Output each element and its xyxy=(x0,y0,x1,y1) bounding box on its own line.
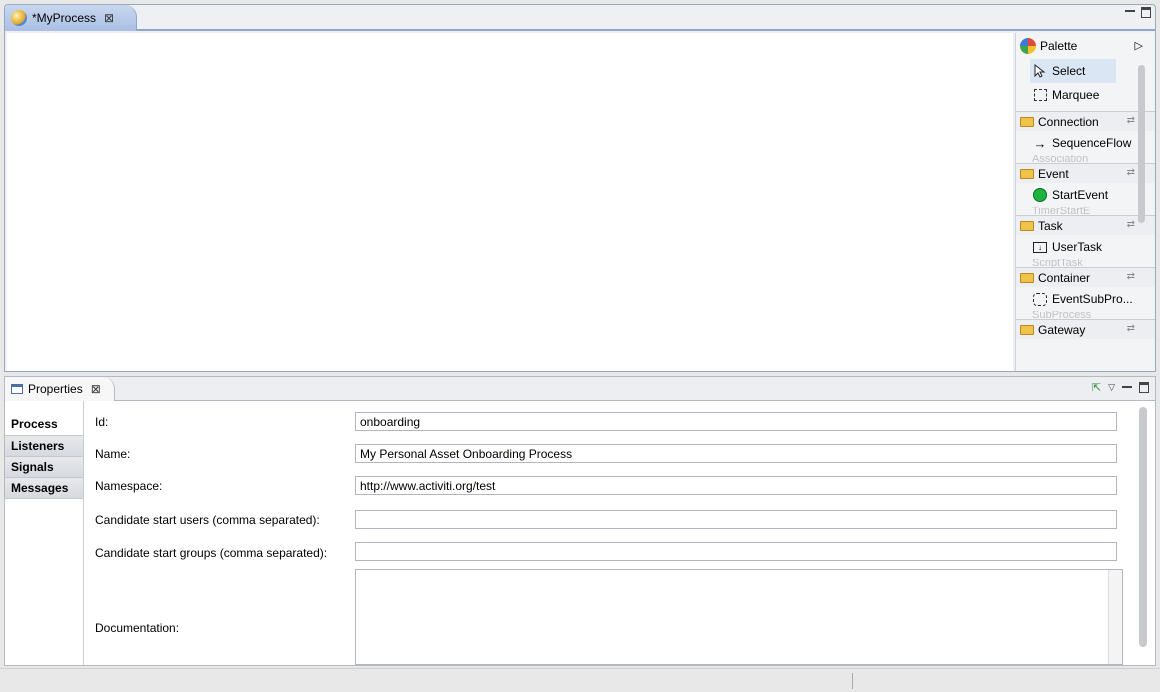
event-subprocess-icon xyxy=(1032,292,1048,306)
folder-icon xyxy=(1020,168,1034,179)
palette-scrollbar[interactable] xyxy=(1136,63,1146,367)
pin-drawer-icon[interactable]: ⇄ xyxy=(1127,271,1135,282)
palette-tool-label: Marquee xyxy=(1052,88,1100,102)
close-icon[interactable]: ⊠ xyxy=(104,11,114,25)
section-tab-signals[interactable]: Signals xyxy=(5,457,83,478)
documentation-scrollbar[interactable] xyxy=(1108,570,1122,664)
candidate-users-label: Candidate start users (comma separated): xyxy=(95,513,320,527)
palette-item-sequenceflow[interactable]: → SequenceFlow xyxy=(1016,131,1155,155)
editor-tabbar: *MyProcess ⊠ xyxy=(5,5,1155,31)
folder-icon xyxy=(1020,324,1034,335)
id-label: Id: xyxy=(95,415,109,429)
process-editor: *MyProcess ⊠ Palette ▷ Select Marquee Co… xyxy=(4,4,1156,372)
section-tab-messages[interactable]: Messages xyxy=(5,478,83,499)
pin-view-icon[interactable]: ⇱ xyxy=(1092,381,1101,394)
palette-drawer-event[interactable]: Event ⇄ xyxy=(1016,163,1155,183)
id-field[interactable]: onboarding xyxy=(355,412,1117,431)
name-field[interactable]: My Personal Asset Onboarding Process xyxy=(355,444,1117,463)
palette-tool-marquee[interactable]: Marquee xyxy=(1016,83,1155,107)
palette-item-label: UserTask xyxy=(1052,240,1103,254)
minimize-icon[interactable] xyxy=(1125,7,1135,17)
palette-item-label: EventSubPro... xyxy=(1052,292,1133,306)
drawer-label: Event xyxy=(1038,166,1069,181)
close-icon[interactable]: ⊠ xyxy=(91,382,101,396)
palette-title: Palette xyxy=(1040,39,1078,53)
palette-item-usertask[interactable]: ↓ UserTask xyxy=(1016,235,1155,259)
drawer-label: Task xyxy=(1038,218,1063,233)
palette-drawer-task[interactable]: Task ⇄ xyxy=(1016,215,1155,235)
start-event-icon xyxy=(1032,188,1048,202)
user-task-icon: ↓ xyxy=(1032,240,1048,254)
palette-item-timerstartevent[interactable]: TimerStartE xyxy=(1016,207,1155,215)
status-bar xyxy=(0,668,1160,692)
pin-drawer-icon[interactable]: ⇄ xyxy=(1127,115,1135,126)
drawer-label: Connection xyxy=(1038,114,1099,129)
folder-icon xyxy=(1020,116,1034,127)
diagram-canvas[interactable] xyxy=(7,33,1013,371)
palette-drawer-container[interactable]: Container ⇄ xyxy=(1016,267,1155,287)
documentation-textarea[interactable] xyxy=(355,569,1123,665)
palette-item-startevent[interactable]: StartEvent xyxy=(1016,183,1155,207)
folder-icon xyxy=(1020,220,1034,231)
name-label: Name: xyxy=(95,447,131,461)
properties-tab[interactable]: Properties ⊠ xyxy=(5,377,115,401)
palette-drawer-connection[interactable]: Connection ⇄ xyxy=(1016,111,1155,131)
namespace-field[interactable]: http://www.activiti.org/test xyxy=(355,476,1117,495)
properties-tab-label: Properties xyxy=(28,382,83,396)
drawer-label: Container xyxy=(1038,270,1091,285)
drawer-label: Gateway xyxy=(1038,322,1086,337)
editor-tab-label: *MyProcess xyxy=(32,11,97,25)
maximize-icon[interactable] xyxy=(1139,382,1149,393)
properties-view: Properties ⊠ ⇱ ▽ Process Listeners Signa… xyxy=(4,376,1156,666)
palette-collapse-icon[interactable]: ▷ xyxy=(1135,39,1143,52)
palette-item-label: SequenceFlow xyxy=(1052,136,1132,150)
palette-icon xyxy=(1020,38,1036,54)
status-separator xyxy=(852,673,853,689)
properties-view-controls: ⇱ ▽ xyxy=(1092,381,1149,394)
editor-tab-myprocess[interactable]: *MyProcess ⊠ xyxy=(5,5,137,31)
pin-drawer-icon[interactable]: ⇄ xyxy=(1127,219,1135,230)
editor-window-controls xyxy=(1125,7,1151,18)
cursor-arrow-icon xyxy=(1032,64,1048,78)
palette: Palette ▷ Select Marquee Connection ⇄ → … xyxy=(1015,33,1155,371)
properties-table-icon xyxy=(11,384,23,394)
marquee-icon xyxy=(1032,88,1048,102)
view-menu-icon[interactable]: ▽ xyxy=(1108,382,1115,393)
minimize-icon[interactable] xyxy=(1122,383,1132,393)
maximize-icon[interactable] xyxy=(1141,7,1151,18)
candidate-users-field[interactable] xyxy=(355,510,1117,529)
namespace-label: Namespace: xyxy=(95,479,163,493)
palette-tool-select[interactable]: Select xyxy=(1030,59,1116,83)
section-tab-process[interactable]: Process xyxy=(5,413,83,436)
pin-drawer-icon[interactable]: ⇄ xyxy=(1127,323,1135,334)
properties-tabbar: Properties ⊠ ⇱ ▽ xyxy=(5,377,1155,401)
documentation-label: Documentation: xyxy=(95,621,180,635)
activiti-process-icon xyxy=(11,10,27,26)
palette-item-scripttask[interactable]: ScriptTask xyxy=(1016,259,1155,267)
candidate-groups-label: Candidate start groups (comma separated)… xyxy=(95,546,328,560)
arrow-right-icon: → xyxy=(1033,135,1047,151)
candidate-groups-field[interactable] xyxy=(355,542,1117,561)
pin-drawer-icon[interactable]: ⇄ xyxy=(1127,167,1135,178)
palette-item-label: StartEvent xyxy=(1052,188,1109,202)
palette-item-association[interactable]: Association xyxy=(1016,155,1155,163)
palette-tool-label: Select xyxy=(1052,64,1086,78)
section-tab-listeners[interactable]: Listeners xyxy=(5,436,83,457)
properties-section-tabs: Process Listeners Signals Messages xyxy=(5,401,84,665)
folder-icon xyxy=(1020,272,1034,283)
palette-drawer-gateway[interactable]: Gateway ⇄ xyxy=(1016,319,1155,339)
palette-header: Palette ▷ xyxy=(1016,33,1155,59)
properties-form: Id: onboarding Name: My Personal Asset O… xyxy=(85,401,1135,665)
palette-item-eventsubprocess[interactable]: EventSubPro... xyxy=(1016,287,1155,311)
palette-item-subprocess[interactable]: SubProcess xyxy=(1016,311,1155,319)
properties-scrollbar[interactable] xyxy=(1139,407,1149,647)
